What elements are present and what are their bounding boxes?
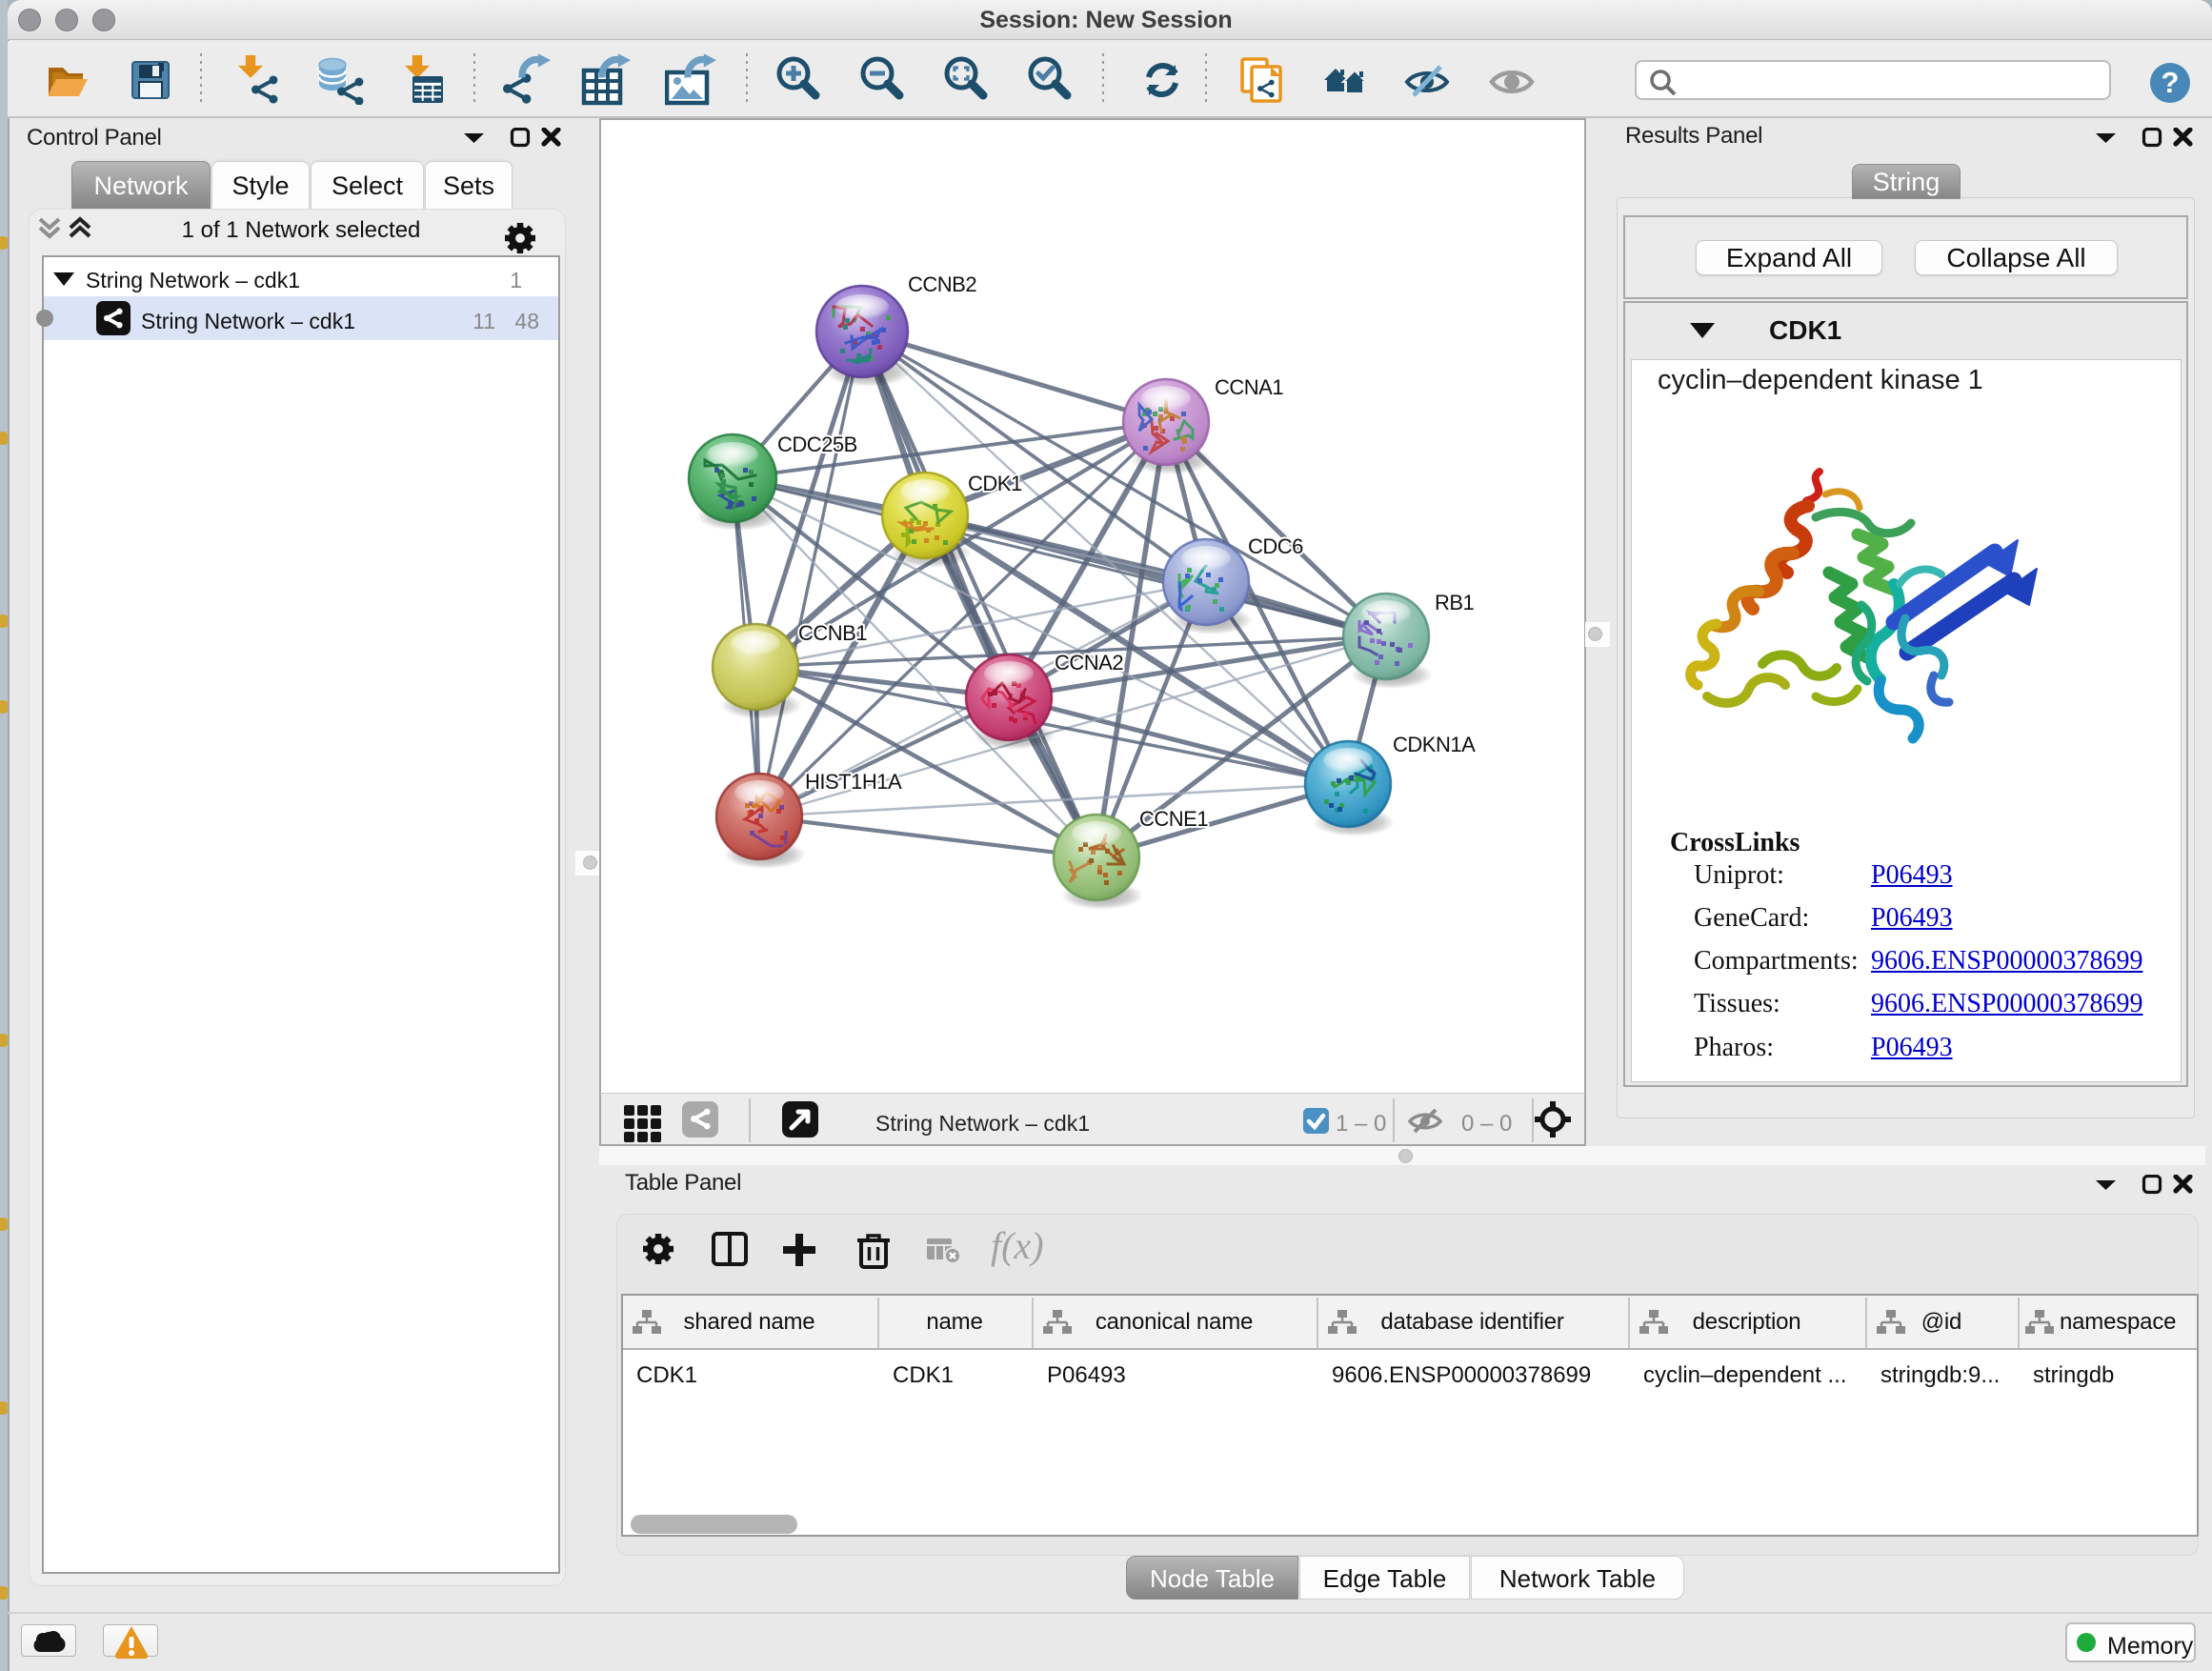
svg-text:RB1: RB1 (1435, 591, 1475, 614)
svg-text:CCNA2: CCNA2 (1055, 651, 1123, 674)
svg-text:CCNA1: CCNA1 (1215, 375, 1283, 399)
svg-text:CDK1: CDK1 (968, 472, 1022, 495)
svg-text:CCNE1: CCNE1 (1139, 807, 1208, 831)
svg-text:CDC25B: CDC25B (777, 433, 857, 456)
svg-text:CCNB2: CCNB2 (908, 272, 976, 296)
svg-text:HIST1H1A: HIST1H1A (805, 770, 902, 794)
svg-text:CDC6: CDC6 (1248, 534, 1303, 558)
svg-text:CCNB1: CCNB1 (798, 621, 867, 645)
svg-text:CDKN1A: CDKN1A (1393, 733, 1476, 756)
